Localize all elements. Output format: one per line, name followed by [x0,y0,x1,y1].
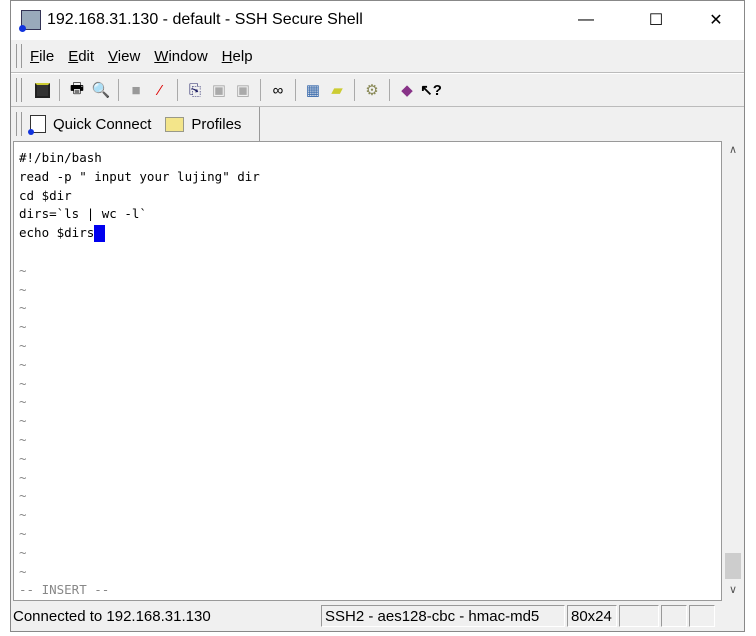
empty-line-tilde: ~ [19,300,27,316]
menu-help[interactable]: Help [222,48,253,65]
new-terminal-icon[interactable]: ▦ [303,80,323,100]
scroll-thumb[interactable] [725,553,741,579]
window-title: 192.168.31.130 - default - SSH Secure Sh… [47,11,363,28]
menu-bar: File Edit View Window Help [11,39,744,73]
empty-line-tilde: ~ [19,488,27,504]
empty-line-tilde: ~ [19,394,27,410]
disconnect-icon: ■ [131,81,141,99]
quick-connect-label: Quick Connect [53,115,152,133]
empty-line-tilde: ~ [19,469,27,485]
profiles-button[interactable]: Profiles [165,116,241,133]
cipher-status: SSH2 - aes128-cbc - hmac-md5 [321,605,565,627]
line-text: read -p " input your lujing" dir [19,168,260,184]
line-text: cd $dir [19,187,72,203]
quick-connect-button[interactable]: Quick Connect [28,115,152,135]
quick-bar: Quick Connect Profiles [11,107,744,143]
profiles-label: Profiles [191,115,242,133]
reconnect-icon[interactable]: ⁄ [150,80,170,100]
status-bar: Connected to 192.168.31.130 SSH2 - aes12… [11,603,744,629]
scroll-down-icon[interactable]: ∨ [723,583,743,601]
app-icon [19,10,41,32]
grip [16,78,22,102]
paste-icon: ▣ [211,82,227,99]
cursor [94,225,106,243]
menu-window[interactable]: Window [154,48,207,65]
empty-line-tilde: ~ [19,262,27,278]
help-book-icon[interactable]: ◆ [397,80,417,100]
scroll-up-icon[interactable]: ∧ [723,143,743,161]
line-text: dirs=`ls | wc -l` [19,206,147,222]
minimize-button[interactable]: — [563,1,609,39]
print-preview-icon[interactable]: 🔍 [91,80,111,100]
ssh-window: 192.168.31.130 - default - SSH Secure Sh… [10,0,745,632]
menu-edit[interactable]: Edit [68,48,94,65]
empty-line-tilde: ~ [19,413,27,429]
find-icon[interactable]: ∞ [268,80,288,100]
empty-line-tilde: ~ [19,507,27,523]
settings-icon[interactable]: ⚙ [362,80,382,100]
status-cell [619,605,659,627]
separator [177,79,178,101]
terminal[interactable]: #!/bin/bash read -p " input your lujing" … [13,141,722,601]
grip [16,44,22,68]
terminal-line: dirs=`ls | wc -l` [19,205,721,224]
empty-line-tilde: ~ [19,356,27,372]
line-text: echo $dirs [19,225,95,241]
paste-alt-icon: ▣ [235,82,251,99]
separator [354,79,355,101]
new-file-transfer-icon[interactable]: ▰ [327,80,347,100]
print-icon[interactable]: 🖶 [67,80,87,100]
empty-line-tilde: ~ [19,431,27,447]
connection-status: Connected to 192.168.31.130 [13,607,211,625]
quick-connect-icon [28,115,46,135]
maximize-button[interactable]: ☐ [633,1,679,39]
toolbar: 🖶 🔍 ■ ⁄ ⎘ ▣ ▣ ∞ ▦ ▰ ⚙ ◆ ↖? [11,73,744,107]
terminal-line: cd $dir [19,187,721,206]
edit-icon [661,605,687,627]
vertical-scrollbar[interactable]: ∧ ∨ [723,141,743,601]
status-cell [689,605,715,627]
line-text: #!/bin/bash [19,150,102,165]
copy-icon[interactable]: ⎘ [185,80,205,100]
vim-mode-indicator: -- INSERT -- [19,582,110,598]
whats-this-icon[interactable]: ↖? [420,80,442,100]
empty-line-tilde: ~ [19,450,27,466]
terminal-line: #!/bin/bash [19,149,721,168]
empty-line-tilde: ~ [19,337,27,353]
menu-file[interactable]: File [30,48,54,65]
empty-line-tilde: ~ [19,544,27,560]
grip [16,112,22,136]
terminal-line: read -p " input your lujing" dir [19,168,721,187]
separator [295,79,296,101]
empty-line-tilde: ~ [19,319,27,335]
empty-line-tilde: ~ [19,563,27,579]
empty-line-tilde: ~ [19,375,27,391]
empty-line-tilde: ~ [19,525,27,541]
separator [59,79,60,101]
menu-view[interactable]: View [108,48,140,65]
separator [260,79,261,101]
empty-line-tilde: ~ [19,281,27,297]
close-button[interactable]: ✕ [693,1,739,39]
terminal-size: 80x24 [567,605,617,627]
separator [118,79,119,101]
terminal-line: echo $dirs [19,224,721,243]
folder-icon [165,116,185,132]
save-icon[interactable] [32,80,52,100]
separator [389,79,390,101]
title-bar: 192.168.31.130 - default - SSH Secure Sh… [11,1,744,39]
